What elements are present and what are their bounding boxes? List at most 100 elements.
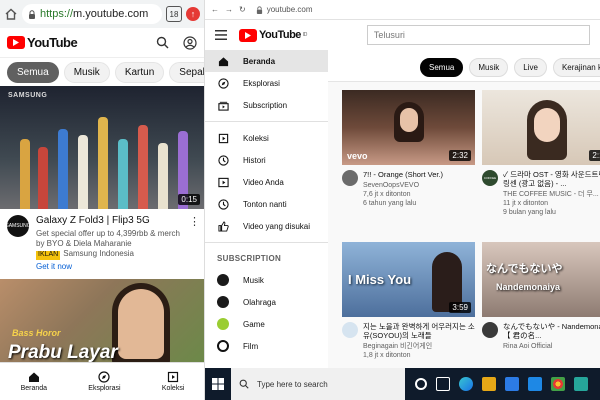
nav-eksplorasi[interactable]: Eksplorasi xyxy=(88,371,121,392)
youtube-logo[interactable]: YouTube ID xyxy=(239,28,308,42)
store-icon[interactable] xyxy=(505,377,519,391)
library-icon xyxy=(167,371,179,383)
account-icon[interactable] xyxy=(183,35,197,50)
chip-kerajinan-kayu[interactable]: Kerajinan kayu xyxy=(552,58,600,77)
video-title[interactable]: なんでもないや - Nandemonaiya 【 君の名... xyxy=(503,322,600,340)
mail-icon[interactable] xyxy=(528,377,542,391)
channel-avatar[interactable] xyxy=(342,322,358,338)
channel-name[interactable]: Beginagain 비긴어게인 xyxy=(363,342,475,351)
get-it-now-link[interactable]: Get it now xyxy=(36,262,182,271)
channel-avatar[interactable]: COFFEE xyxy=(482,170,498,186)
sidebar-sub-game[interactable]: Game xyxy=(205,313,328,335)
thumbs-up-icon xyxy=(217,220,229,232)
music-channel-icon xyxy=(217,274,229,286)
mobile-address-field[interactable]: https://m.youtube.com xyxy=(22,4,162,24)
channel-avatar[interactable]: SAMSUNG xyxy=(7,215,29,237)
home-icon[interactable] xyxy=(4,7,18,21)
video-title[interactable]: 7!! - Orange (Short Ver.) xyxy=(363,170,443,179)
more-options-icon[interactable]: ⋮ xyxy=(189,215,200,273)
sidebar-item-video-disukai[interactable]: Video yang disukai xyxy=(205,215,328,237)
sidebar-label: Histori xyxy=(243,155,266,165)
photos-icon[interactable] xyxy=(574,377,588,391)
taskbar-apps xyxy=(415,377,588,391)
desktop-address-field[interactable]: youtube.com xyxy=(256,5,313,14)
sidebar-sub-musik[interactable]: Musik xyxy=(205,269,328,291)
lock-icon xyxy=(256,5,263,14)
nav-label: Beranda xyxy=(20,385,48,392)
taskbar-search-input[interactable]: Type here to search xyxy=(231,368,405,400)
sidebar-item-koleksi[interactable]: Koleksi xyxy=(205,127,328,149)
back-icon[interactable]: ← xyxy=(211,5,219,14)
sidebar-item-tonton-nanti[interactable]: Tonton nanti xyxy=(205,193,328,215)
sidebar-sub-film[interactable]: Film xyxy=(205,335,328,357)
channel-name[interactable]: Rina Aoi Official xyxy=(503,342,600,351)
url-host: m.youtube.com xyxy=(73,8,149,20)
advertiser-name: Samsung Indonesia xyxy=(63,249,134,258)
video-title[interactable]: Galaxy Z Fold3 | Flip3 5G xyxy=(36,215,182,226)
task-view-icon[interactable] xyxy=(436,377,450,391)
video-thumbnail-prabu[interactable]: Bass Horor Prabu Layar xyxy=(0,279,204,372)
sidebar-label: Koleksi xyxy=(243,133,269,143)
sidebar-label: Beranda xyxy=(243,56,276,66)
sidebar-label: Eksplorasi xyxy=(243,78,280,88)
channel-avatar[interactable] xyxy=(482,322,498,338)
history-icon xyxy=(217,154,229,166)
video-thumbnail-galaxy[interactable]: SAMSUNG 0:15 xyxy=(0,86,204,209)
hamburger-menu-icon[interactable] xyxy=(215,30,227,40)
chip-musik[interactable]: Musik xyxy=(63,61,110,83)
logo-text: YouTube xyxy=(27,35,78,50)
sidebar-item-video-anda[interactable]: Video Anda xyxy=(205,171,328,193)
sidebar-label: Video yang disukai xyxy=(243,221,311,231)
youtube-play-icon xyxy=(7,36,25,49)
file-explorer-icon[interactable] xyxy=(482,377,496,391)
video-card[interactable]: なんでもないや Nandemonaiya なんでもないや - Nandemona… xyxy=(482,242,600,351)
compass-icon xyxy=(98,371,111,383)
sidebar-label: Subscription xyxy=(243,100,288,110)
thumbnail-text-small: Bass Horor xyxy=(12,328,61,338)
sidebar-sub-olahraga[interactable]: Olahraga xyxy=(205,291,328,313)
search-input[interactable]: Telusuri xyxy=(366,25,590,45)
channel-name[interactable]: SevenOopsVEVO xyxy=(363,181,443,190)
subscriptions-icon xyxy=(217,99,229,111)
thumbnail-text: なんでもないや xyxy=(486,263,563,275)
desktop-header: YouTube ID Telusuri xyxy=(205,20,600,50)
chip-semua[interactable]: Semua xyxy=(420,58,464,77)
video-title[interactable]: ✓ 드라마 OST - 영화 사운드트랙 힐링센 (광고 없음) - ... xyxy=(503,170,600,188)
nav-koleksi[interactable]: Koleksi xyxy=(162,371,184,392)
tab-count-button[interactable]: 18 xyxy=(166,6,182,22)
video-thumbnail[interactable]: なんでもないや Nandemonaiya xyxy=(482,242,600,317)
mobile-browser: https://m.youtube.com 18 ↑ YouTube Semua… xyxy=(0,0,205,400)
sidebar-item-subscription[interactable]: Subscription xyxy=(205,94,328,116)
logo-region: ID xyxy=(302,32,308,38)
video-card[interactable]: I Miss You 3:59 지는 노을과 완벽하게 어우러지는 소유(SOY… xyxy=(342,242,475,360)
video-thumbnail[interactable]: 2:10 xyxy=(482,90,600,165)
update-icon[interactable]: ↑ xyxy=(186,7,200,21)
video-duration: 3:59 xyxy=(449,302,471,313)
edge-icon[interactable] xyxy=(459,377,473,391)
video-thumbnail[interactable]: I Miss You 3:59 xyxy=(342,242,475,317)
chip-musik[interactable]: Musik xyxy=(469,58,509,77)
nav-beranda[interactable]: Beranda xyxy=(21,371,47,392)
cortana-icon[interactable] xyxy=(415,378,427,390)
sidebar-item-eksplorasi[interactable]: Eksplorasi xyxy=(205,72,328,94)
windows-start-icon[interactable] xyxy=(205,368,231,400)
chrome-icon[interactable] xyxy=(551,377,565,391)
video-card[interactable]: 2:10 COFFEE ✓ 드라마 OST - 영화 사운드트랙 힐링센 (광고… xyxy=(482,90,600,217)
video-duration: 2:32 xyxy=(449,150,471,161)
sidebar-item-histori[interactable]: Histori xyxy=(205,149,328,171)
chip-live[interactable]: Live xyxy=(514,58,547,77)
chip-sepak-bola[interactable]: Sepak bola xyxy=(169,61,204,83)
sidebar-item-beranda[interactable]: Beranda xyxy=(205,50,328,72)
chip-kartun[interactable]: Kartun xyxy=(114,61,165,83)
youtube-logo[interactable]: YouTube xyxy=(7,35,78,50)
video-title[interactable]: 지는 노을과 완벽하게 어우러지는 소유(SOYOU)의 노래들 xyxy=(363,322,475,340)
forward-icon[interactable]: → xyxy=(225,5,233,14)
video-thumbnail[interactable]: vevo 2:32 xyxy=(342,90,475,165)
reload-icon[interactable]: ↻ xyxy=(239,5,246,14)
thumbnail-brand-text: SAMSUNG xyxy=(8,92,48,99)
search-icon[interactable] xyxy=(156,36,169,49)
chip-semua[interactable]: Semua xyxy=(7,61,59,83)
video-card[interactable]: vevo 2:32 7!! - Orange (Short Ver.) Seve… xyxy=(342,90,475,208)
channel-avatar[interactable] xyxy=(342,170,358,186)
channel-name[interactable]: THE COFFEE MUSIC - 더 무... xyxy=(503,190,600,199)
